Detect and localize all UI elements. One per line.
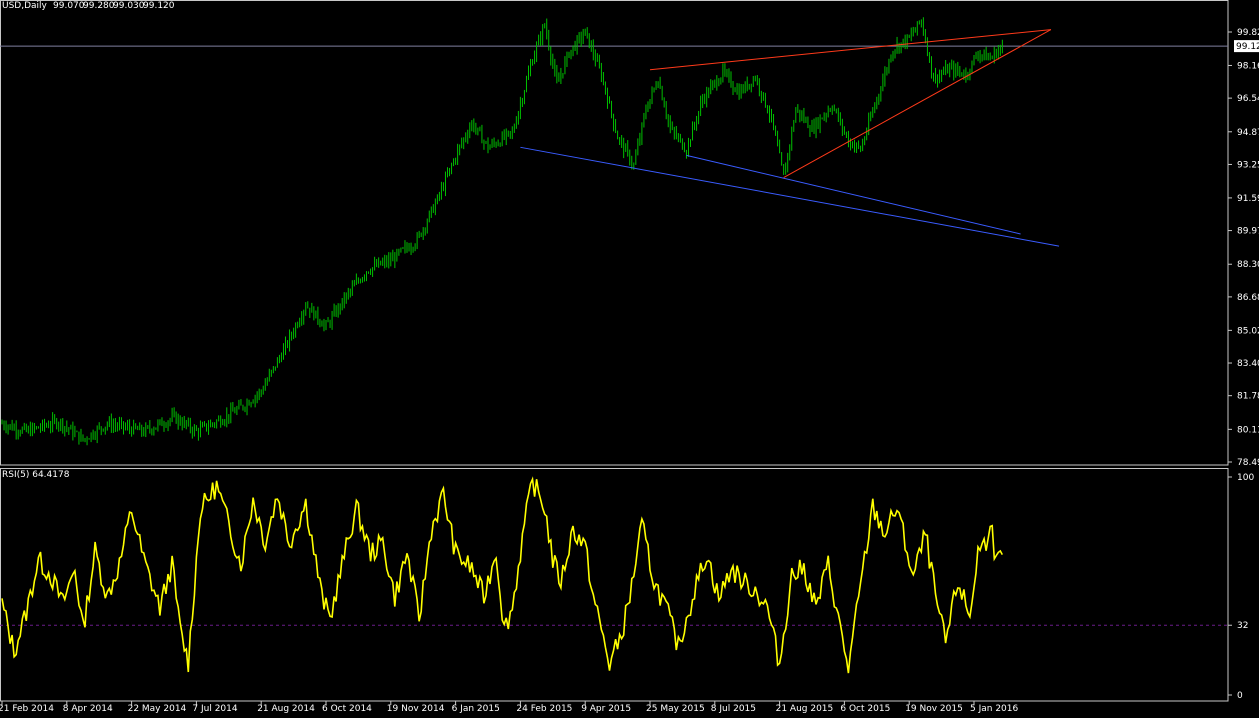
time-tick-label: 5 Jan 2016: [970, 704, 1018, 713]
chart-window: 99.82 98.16 96.54 94.87 93.25 91.59 89.97 88.30…: [0, 0, 1259, 714]
rsi-panel: 100 32 0: [0, 473, 1254, 701]
price-tick-label: 85.02: [1237, 326, 1259, 336]
time-tick-label: 22 May 2014: [128, 704, 187, 713]
time-tick-label: 6 Oct 2014: [322, 704, 372, 713]
chart-svg: 99.82 98.16 96.54 94.87 93.25 91.59 89.97 88.30…: [0, 0, 1259, 714]
time-tick-label: 8 Apr 2014: [63, 704, 113, 713]
trend-line-red: [783, 29, 1052, 178]
chart-frame: [0, 0, 1229, 702]
price-tick-label: 80.11: [1237, 425, 1259, 435]
trend-lines: [520, 29, 1060, 247]
time-tick-label: 19 Nov 2014: [387, 704, 445, 713]
ohlc-low-value: 99.030: [113, 1, 145, 11]
time-tick-label: 24 Feb 2015: [516, 704, 572, 713]
price-tick-label: 89.97: [1237, 227, 1259, 237]
time-axis: 21 Feb 2014 8 Apr 2014 22 May 2014 7 Jul 20…: [0, 701, 1018, 714]
price-tick-label: 96.54: [1237, 94, 1259, 104]
price-tick-label: 83.40: [1237, 359, 1259, 369]
ohlc-close-value: 99.120: [143, 1, 175, 11]
trend-line-blue: [520, 146, 1060, 247]
time-tick-label: 21 Aug 2015: [776, 704, 834, 713]
trend-line-red: [649, 29, 1051, 71]
time-tick-label: 6 Oct 2015: [840, 704, 890, 713]
time-tick-label: 6 Jan 2015: [452, 704, 500, 713]
price-tick-label: 98.16: [1237, 61, 1259, 71]
time-tick-label: 21 Aug 2014: [257, 704, 315, 713]
current-price-label: 99.12: [1236, 42, 1259, 52]
price-tick-label: 91.59: [1237, 194, 1259, 204]
rsi-panel-title: RSI(5) 64.4178: [2, 470, 70, 480]
rsi-tick-label: 0: [1237, 691, 1243, 701]
price-tick-label: 81.78: [1237, 392, 1259, 402]
time-tick-label: 8 Jul 2015: [711, 704, 756, 713]
rsi-tick-label: 100: [1237, 473, 1254, 483]
price-candles: [1, 17, 1003, 446]
price-tick-label: 99.82: [1237, 28, 1259, 38]
main-panel-border: [0, 0, 1229, 466]
price-tick-label: 88.30: [1237, 260, 1259, 270]
ohlc-open-value: 99.070: [53, 1, 85, 11]
rsi-panel-border: [0, 468, 1229, 702]
time-tick-label: 25 May 2015: [646, 704, 705, 713]
price-tick-label: 78.49: [1237, 458, 1259, 468]
ohlc-high-value: 99.280: [83, 1, 115, 11]
time-tick-label: 9 Apr 2015: [581, 704, 631, 713]
time-tick-label: 21 Feb 2014: [0, 704, 54, 713]
main-price-axis: 99.82 98.16 96.54 94.87 93.25 91.59 89.97 88.30…: [0, 28, 1259, 468]
rsi-line: [1, 476, 1004, 674]
time-tick-label: 7 Jul 2014: [192, 704, 237, 713]
price-tick-label: 93.25: [1237, 160, 1259, 170]
main-chart-title: USD,Daily: [2, 1, 48, 11]
rsi-tick-label: 32: [1237, 621, 1248, 631]
time-tick-label: 19 Nov 2015: [905, 704, 963, 713]
price-tick-label: 86.68: [1237, 293, 1259, 303]
price-tick-label: 94.87: [1237, 128, 1259, 138]
trend-line-blue: [686, 154, 1021, 235]
